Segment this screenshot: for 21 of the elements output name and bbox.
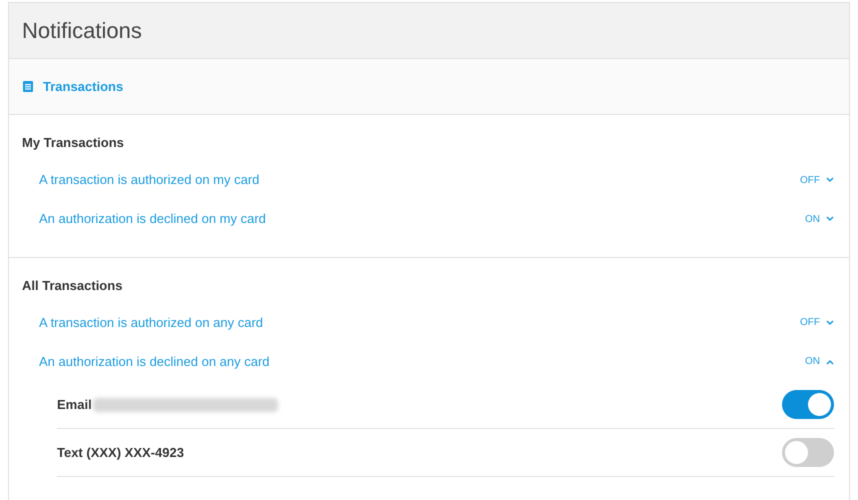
- section-title: My Transactions: [22, 134, 125, 152]
- category-link[interactable]: Transactions: [43, 76, 124, 96]
- chevron-down-icon: [826, 320, 834, 326]
- panel-title: Notifications: [22, 17, 142, 45]
- notification-link[interactable]: A transaction is authorized on my card: [39, 170, 260, 190]
- channel-label: Text (XXX) XXX-4923: [57, 444, 184, 462]
- status-dropdown[interactable]: ON: [805, 354, 834, 369]
- notification-link[interactable]: An authorization is declined on any card: [39, 352, 270, 372]
- status-dropdown[interactable]: ON: [805, 212, 834, 226]
- chevron-up-icon: [826, 358, 834, 364]
- list-icon: [23, 81, 33, 92]
- notification-link[interactable]: A transaction is authorized on any card: [39, 312, 264, 332]
- chevron-down-icon: [826, 216, 834, 222]
- section-title: All Transactions: [22, 276, 124, 294]
- toggle-switch[interactable]: [782, 438, 834, 467]
- notification-link[interactable]: An authorization is declined on my card: [39, 209, 266, 229]
- status-dropdown[interactable]: OFF: [800, 315, 834, 330]
- chevron-down-icon: [826, 177, 834, 183]
- channel-label: Email: [57, 396, 92, 414]
- status-dropdown[interactable]: OFF: [800, 172, 834, 188]
- toggle-switch[interactable]: [782, 390, 834, 419]
